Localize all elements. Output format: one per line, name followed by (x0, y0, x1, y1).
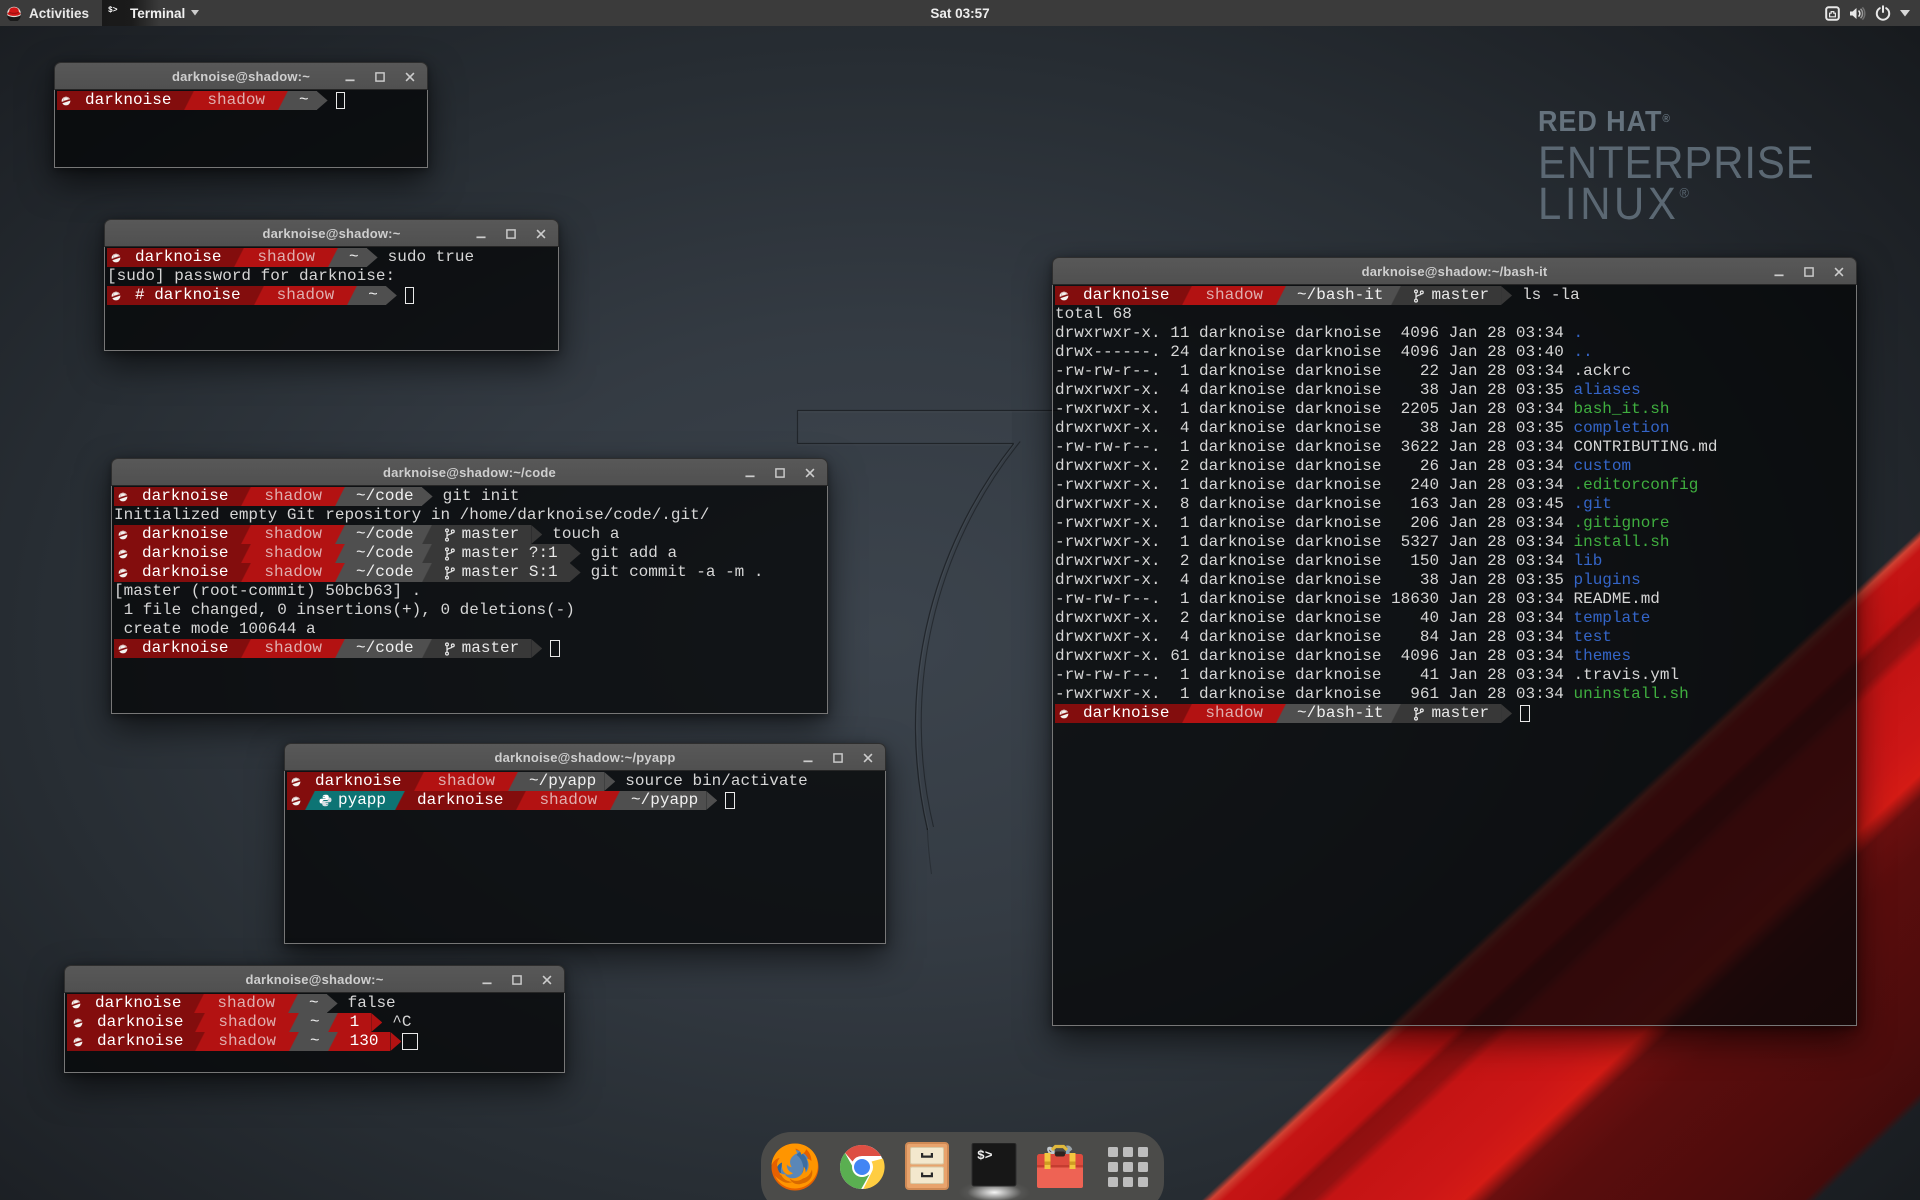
svg-text:$>: $> (977, 1148, 993, 1163)
